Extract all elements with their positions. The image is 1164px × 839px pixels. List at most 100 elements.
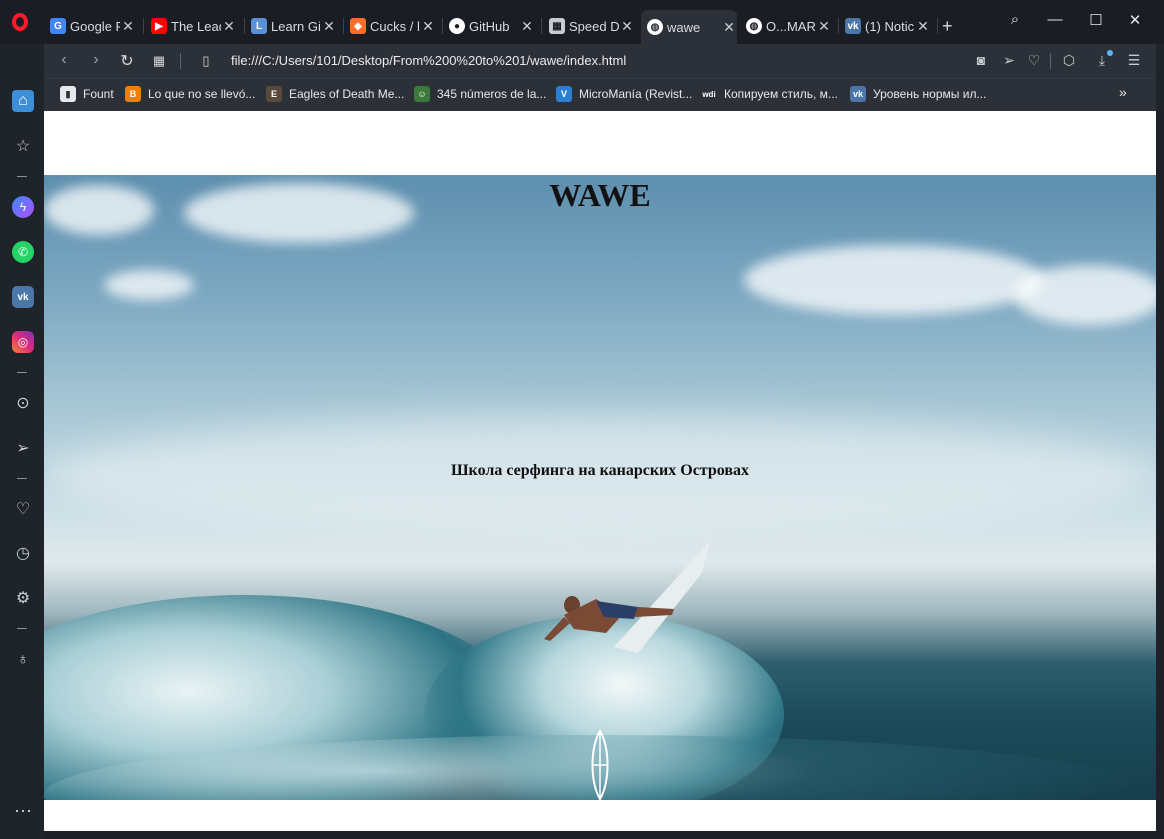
tab-title: The Lead: [171, 18, 221, 34]
youtube-icon: ▶: [151, 18, 167, 34]
extensions-icon[interactable]: ⬡: [1060, 52, 1078, 69]
bookmark-label: 345 números de la...: [437, 87, 547, 101]
tab-separator: [442, 18, 443, 34]
history-icon[interactable]: ◷: [12, 542, 34, 564]
cloud: [1014, 265, 1156, 325]
surfer-image: [544, 541, 710, 653]
bookmark-item[interactable]: vk Уровень нормы ил...: [850, 86, 986, 102]
face-icon: ☺: [414, 86, 430, 102]
bookmark-label: Eagles of Death Me...: [289, 87, 405, 101]
page-title: WAWE: [549, 177, 651, 213]
tab-gitlab[interactable]: ◆ Cucks / l ✕: [350, 13, 436, 39]
player-icon[interactable]: ⊙: [12, 392, 34, 414]
send-icon[interactable]: ➢: [1000, 52, 1018, 69]
close-icon[interactable]: ✕: [721, 19, 737, 36]
surfboard-logo-icon[interactable]: [588, 729, 612, 800]
tab-youtube[interactable]: ▶ The Lead ✕: [151, 13, 237, 39]
back-icon[interactable]: ‹: [54, 51, 74, 69]
bookmark-label: Копируем стиль, м...: [724, 87, 838, 101]
minimize-icon[interactable]: —: [1040, 11, 1070, 28]
messenger-icon[interactable]: ϟ: [12, 196, 34, 218]
bookmark-label: MicroManía (Revist...: [579, 87, 693, 101]
reload-icon[interactable]: ↻: [117, 51, 137, 71]
more-bookmarks-icon[interactable]: »: [1119, 84, 1127, 100]
address-bar: ‹ › ↻ ▦ ▯ file:///C:/Users/101/Desktop/F…: [44, 44, 1156, 78]
forward-icon[interactable]: ›: [86, 51, 106, 69]
wdi-icon: wdi: [701, 86, 717, 102]
whatsapp-icon[interactable]: ✆: [12, 241, 34, 263]
tab-wawe[interactable]: ◍ wawe ✕: [641, 10, 737, 44]
vk-icon: vk: [850, 86, 866, 102]
opera-menu-icon[interactable]: [12, 13, 28, 31]
close-icon[interactable]: ✕: [420, 18, 436, 35]
close-icon[interactable]: ✕: [619, 18, 635, 35]
bookmark-item[interactable]: ☺ 345 números de la...: [414, 86, 546, 102]
close-icon[interactable]: ✕: [321, 18, 337, 35]
close-icon[interactable]: ✕: [915, 18, 931, 35]
background-window-strip: [1156, 111, 1164, 839]
tab-omari[interactable]: ◍ O...MARI ✕: [746, 13, 832, 39]
close-icon[interactable]: ✕: [519, 18, 535, 35]
github-icon: ●: [449, 18, 465, 34]
tab-title: Learn Gi: [271, 18, 321, 34]
tab-github[interactable]: ● GitHub ✕: [449, 13, 535, 39]
tab-title: Google F: [70, 18, 120, 34]
tab-title: wawe: [667, 19, 701, 35]
bookmark-item[interactable]: V MicroManía (Revist...: [556, 86, 692, 102]
tab-separator: [343, 18, 344, 34]
heart-icon[interactable]: ♡: [1025, 52, 1043, 69]
divider: [180, 53, 181, 69]
tab-speed-dial[interactable]: ▦ Speed D ✕: [549, 13, 635, 39]
tab-learn-git[interactable]: L Learn Gi ✕: [251, 13, 337, 39]
tab-separator: [244, 18, 245, 34]
new-tab-button[interactable]: +: [942, 13, 962, 39]
page-icon: ▯: [202, 53, 210, 68]
micromania-icon: V: [556, 86, 572, 102]
url-field[interactable]: file:///C:/Users/101/Desktop/From%200%20…: [231, 53, 626, 68]
bookmark-item[interactable]: B Lo que no se llevó...: [125, 86, 255, 102]
maximize-icon[interactable]: ☐: [1081, 11, 1111, 29]
page-viewport: WAWE Школа серфинга на канарских Острова…: [44, 111, 1156, 831]
download-badge: [1107, 50, 1113, 56]
tab-title: GitHub: [469, 18, 510, 34]
gitlab-icon: ◆: [350, 18, 366, 34]
close-icon[interactable]: ✕: [221, 18, 237, 35]
tab-vk-notifications[interactable]: vk (1) Notic ✕: [845, 13, 931, 39]
bookmark-label: Fount: [83, 87, 114, 101]
google-translate-icon: G: [50, 18, 66, 34]
lightbulb-icon[interactable]: ♁: [12, 649, 34, 671]
bookmark-label: Уровень нормы ил...: [873, 87, 987, 101]
window-close-icon[interactable]: ✕: [1120, 11, 1150, 29]
globe-icon: ◍: [746, 18, 762, 34]
page-icon: ▮: [60, 86, 76, 102]
close-icon[interactable]: ✕: [120, 18, 136, 35]
tab-google[interactable]: G Google F ✕: [50, 13, 136, 39]
globe-icon: ◍: [647, 19, 663, 35]
settings-gear-icon[interactable]: ⚙: [12, 587, 34, 609]
home-icon[interactable]: ⌂: [12, 90, 34, 112]
bookmark-item[interactable]: ▮ Fount: [60, 86, 114, 102]
heart-icon[interactable]: ♡: [12, 498, 34, 520]
easy-setup-icon[interactable]: ☰: [1125, 52, 1143, 69]
tab-title: (1) Notic: [865, 18, 915, 34]
instagram-icon[interactable]: ◎: [12, 331, 34, 353]
tab-snapshot-icon[interactable]: ▦: [149, 53, 169, 69]
close-icon[interactable]: ✕: [816, 18, 832, 35]
tab-title: Speed D: [569, 18, 619, 34]
tab-separator: [541, 18, 542, 34]
camera-icon[interactable]: ◙: [972, 52, 990, 68]
vk-icon[interactable]: vk: [12, 286, 34, 308]
more-icon[interactable]: ⋯: [12, 800, 34, 822]
plus-icon: +: [942, 15, 953, 36]
bookmarks-bar: ▮ Fount B Lo que no se llevó... E Eagles…: [44, 78, 1156, 111]
sidebar-divider: [17, 176, 27, 177]
bookmark-item[interactable]: wdi Копируем стиль, м...: [701, 86, 838, 102]
star-icon[interactable]: ☆: [12, 135, 34, 157]
sidebar-divider: [17, 372, 27, 373]
bookmark-item[interactable]: E Eagles of Death Me...: [266, 86, 404, 102]
search-tabs-icon[interactable]: ⌕: [1000, 11, 1030, 28]
page-subtitle: Школа серфинга на канарских Островах: [450, 462, 749, 479]
sidebar-divider: [17, 628, 27, 629]
tab-bar: G Google F ✕ ▶ The Lead ✕ L Learn Gi ✕ ◆…: [0, 0, 1164, 44]
send-icon[interactable]: ➢: [12, 437, 34, 459]
